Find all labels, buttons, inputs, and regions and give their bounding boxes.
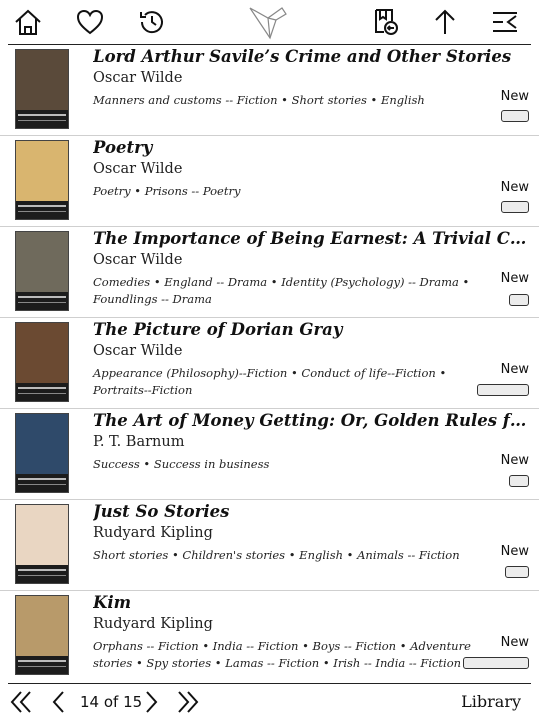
reading-progress-bar [501, 110, 529, 122]
book-row[interactable]: The Picture of Dorian Gray Oscar Wilde App… [0, 318, 539, 409]
book-title[interactable]: Lord Arthur Savile’s Crime and Other Sto… [93, 47, 529, 66]
reading-progress-bar [501, 201, 529, 213]
last-page-icon[interactable] [175, 689, 201, 715]
book-cover[interactable] [15, 140, 69, 220]
book-subjects: Poetry • Prisons -- Poetry [93, 184, 241, 198]
book-subjects: Appearance (Philosophy)--Fiction • Condu… [93, 366, 447, 397]
book-cover[interactable] [15, 322, 69, 402]
book-row[interactable]: The Art of Money Getting: Or, Golden Rul… [0, 409, 539, 500]
book-title[interactable]: Poetry [93, 138, 529, 157]
book-subjects: Short stories • Children's stories • Eng… [93, 548, 460, 562]
bird-logo-icon [248, 2, 290, 42]
book-row[interactable]: The Importance of Being Earnest: A Trivi… [0, 227, 539, 318]
reading-progress-bar [463, 657, 529, 669]
bottom-bar: 14 of 15 Library [0, 684, 539, 721]
book-author: Oscar Wilde [93, 343, 183, 359]
home-icon[interactable] [13, 7, 43, 37]
reading-progress-bar [509, 294, 529, 306]
book-row[interactable]: Lord Arthur Savile’s Crime and Other Sto… [0, 45, 539, 136]
book-subjects: Manners and customs -- Fiction • Short s… [93, 93, 425, 107]
book-return-icon[interactable] [370, 7, 400, 37]
book-author: P. T. Barnum [93, 434, 185, 450]
book-title[interactable]: The Picture of Dorian Gray [93, 320, 529, 339]
book-author: Oscar Wilde [93, 252, 183, 268]
book-title[interactable]: Just So Stories [93, 502, 529, 521]
book-row[interactable]: Kim Rudyard Kipling Orphans -- Fiction • I… [0, 591, 539, 681]
book-title[interactable]: Kim [93, 593, 529, 612]
next-page-icon[interactable] [138, 689, 164, 715]
book-subjects: Comedies • England -- Drama • Identity (… [93, 275, 470, 306]
book-cover[interactable] [15, 49, 69, 129]
reading-progress-bar [505, 566, 529, 578]
book-author: Oscar Wilde [93, 70, 183, 86]
library-button[interactable]: Library [461, 692, 521, 711]
book-row[interactable]: Poetry Oscar Wilde Poetry • Prisons -- Poe… [0, 136, 539, 227]
book-subjects: Orphans -- Fiction • India -- Fiction • … [93, 639, 471, 670]
book-subjects: Success • Success in business [93, 457, 270, 471]
book-cover[interactable] [15, 231, 69, 311]
status-badge: New [500, 544, 529, 559]
reading-progress-bar [509, 475, 529, 487]
book-cover[interactable] [15, 595, 69, 675]
status-badge: New [500, 453, 529, 468]
first-page-icon[interactable] [8, 689, 34, 715]
status-badge: New [500, 362, 529, 377]
book-title[interactable]: The Art of Money Getting: Or, Golden Rul… [93, 411, 529, 430]
book-author: Oscar Wilde [93, 161, 183, 177]
reading-progress-bar [477, 384, 529, 396]
sort-up-icon[interactable] [430, 7, 460, 37]
status-badge: New [500, 635, 529, 650]
book-title[interactable]: The Importance of Being Earnest: A Trivi… [93, 229, 529, 248]
book-row[interactable]: Just So Stories Rudyard Kipling Short stor… [0, 500, 539, 591]
book-cover[interactable] [15, 504, 69, 584]
book-cover[interactable] [15, 413, 69, 493]
book-author: Rudyard Kipling [93, 525, 213, 541]
status-badge: New [500, 180, 529, 195]
status-badge: New [500, 89, 529, 104]
book-list: Lord Arthur Savile’s Crime and Other Sto… [0, 45, 539, 681]
previous-page-icon[interactable] [46, 689, 72, 715]
top-toolbar [0, 0, 539, 44]
status-badge: New [500, 271, 529, 286]
book-author: Rudyard Kipling [93, 616, 213, 632]
menu-icon[interactable] [490, 7, 520, 37]
page-indicator[interactable]: 14 of 15 [80, 693, 142, 711]
heart-icon[interactable] [75, 7, 105, 37]
history-icon[interactable] [137, 7, 167, 37]
